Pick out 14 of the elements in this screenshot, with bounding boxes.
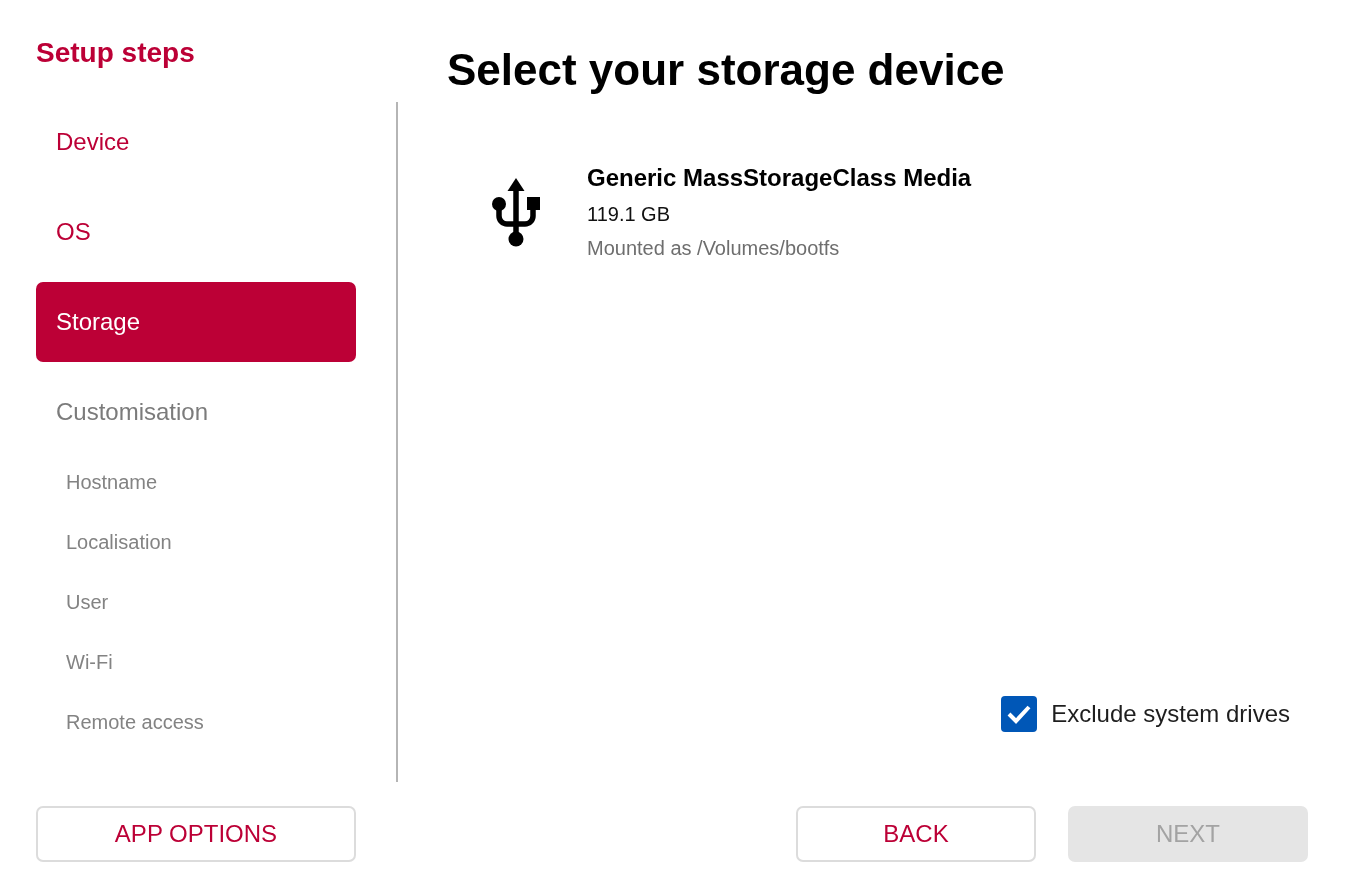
device-mount-path: Mounted as /Volumes/bootfs <box>587 236 840 261</box>
sidebar-step[interactable]: Storage <box>36 282 356 362</box>
app-options-button[interactable]: APP OPTIONS <box>36 806 356 862</box>
nav-button[interactable]: BACK <box>796 806 1036 862</box>
sidebar-title: Setup steps <box>36 36 195 70</box>
usb-icon <box>492 178 540 247</box>
sidebar-step[interactable]: Device <box>36 102 356 182</box>
device-size: 119.1 GB <box>587 202 671 227</box>
checkbox-label: Exclude system drives <box>1051 699 1290 729</box>
sidebar-step[interactable]: OS <box>36 192 356 272</box>
device-name[interactable]: Generic MassStorageClass Media <box>587 163 972 193</box>
checkmark-icon <box>1007 704 1032 724</box>
checkbox[interactable] <box>1001 696 1038 732</box>
page-title: Select your storage device <box>447 44 1005 96</box>
